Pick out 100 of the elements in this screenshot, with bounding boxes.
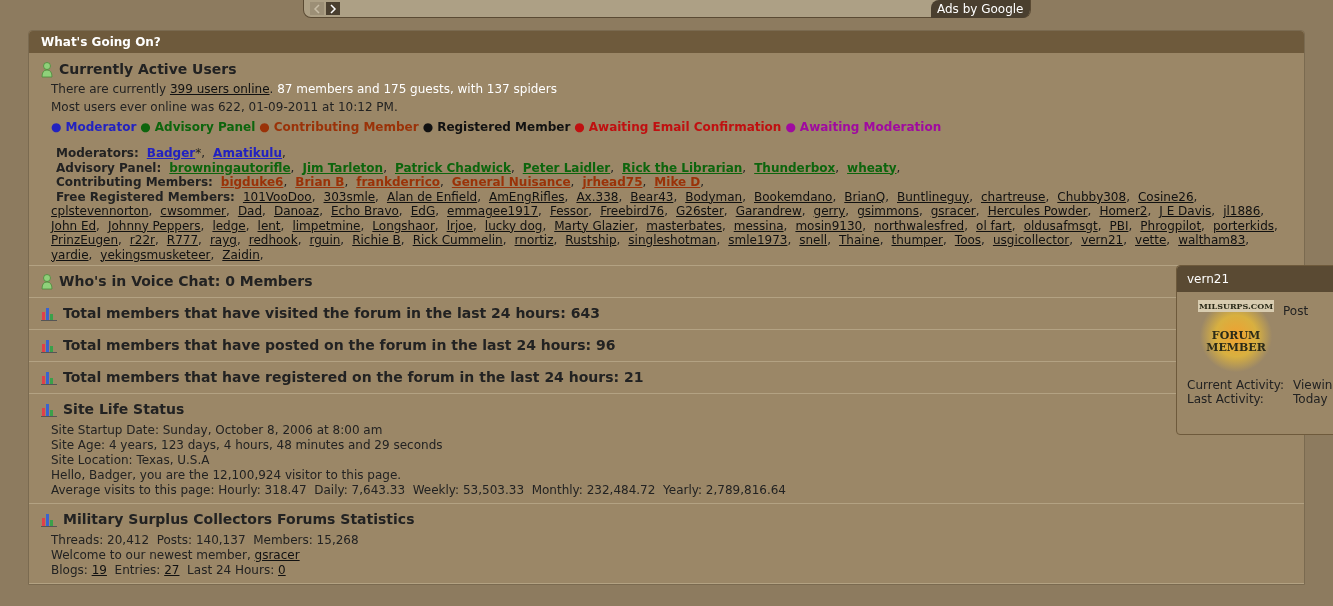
text: Site Startup Date: Sunday, October 8, 2006 at 8:00 am — [51, 423, 383, 438]
member-link[interactable]: R777 — [166, 233, 199, 247]
text-link[interactable]: 0 — [278, 563, 286, 578]
member-link[interactable]: northwalesfred — [874, 218, 965, 233]
member-link[interactable]: Longshaor — [372, 218, 435, 233]
separator-text: , — [398, 204, 403, 218]
text: There are currently — [51, 82, 168, 97]
bar-chart-icon — [41, 338, 57, 353]
separator-text: , — [542, 218, 547, 233]
member-link[interactable]: Hercules Powder — [987, 204, 1088, 218]
member-link[interactable]: Buntlineguy — [897, 189, 970, 204]
member-link[interactable]: lent — [257, 218, 281, 233]
separator-text: , — [673, 189, 678, 204]
separator-text: , — [1147, 204, 1152, 218]
member-link[interactable]: gsimmons — [857, 204, 919, 218]
member-link[interactable]: snell — [799, 233, 828, 247]
member-link[interactable]: thumper — [891, 233, 943, 247]
separator-text: , — [742, 189, 746, 204]
member-link[interactable]: yekingsmusketeer — [100, 247, 211, 262]
separator-text: , — [981, 233, 985, 247]
text-link[interactable]: gsracer — [254, 548, 300, 563]
section-title: Site Life Status — [63, 400, 185, 419]
text: Hello, Badger, you are the 12,100,924 visitor to this page. — [51, 468, 402, 483]
separator-text: , — [510, 160, 515, 175]
separator-text: , — [618, 189, 623, 204]
bar-chart-icon — [41, 370, 57, 385]
member-link[interactable]: porterkids — [1212, 218, 1274, 233]
separator-text: , — [975, 204, 980, 218]
member-link[interactable]: Rustship — [565, 233, 617, 247]
member-link[interactable]: Dad — [237, 204, 263, 218]
member-link[interactable]: gerry — [813, 204, 846, 218]
member-link[interactable]: r22r — [129, 233, 155, 247]
member-link[interactable]: Echo Bravo — [330, 204, 399, 218]
member-link[interactable]: vern21 — [1081, 233, 1124, 247]
member-link[interactable]: ol fart — [976, 218, 1012, 233]
separator-text: , — [434, 218, 439, 233]
member-link[interactable]: Fessor — [549, 204, 589, 218]
separator-text: , — [1069, 233, 1074, 247]
ads-label[interactable]: Ads by Google — [930, 0, 1030, 18]
separator-text: , — [297, 233, 302, 247]
member-link[interactable]: Marty Glazier — [554, 218, 635, 233]
member-link[interactable]: lrjoe — [446, 218, 473, 233]
member-link[interactable]: messina — [733, 218, 784, 233]
separator-text: , — [88, 247, 93, 262]
member-link[interactable]: Garandrew — [735, 204, 802, 218]
separator-text: , — [879, 233, 884, 247]
member-link[interactable]: Alan de Enfield — [386, 189, 478, 204]
member-link[interactable]: 101VooDoo — [242, 189, 312, 204]
member-link[interactable]: Richie B — [352, 233, 401, 247]
legend-bullet: ● — [422, 119, 434, 136]
separator-text: , — [344, 175, 349, 189]
member-link[interactable]: cwsommer — [160, 204, 227, 218]
member-link[interactable]: Johnny Peppers — [107, 218, 201, 233]
member-link[interactable]: emmagee1917 — [447, 204, 539, 218]
legend-label: Contributing Member — [273, 119, 419, 136]
group-label: Moderators: — [55, 146, 139, 161]
member-link[interactable]: PrinzEugen — [51, 233, 118, 247]
member-link[interactable]: Bodyman — [685, 189, 743, 204]
separator-text: , — [282, 146, 286, 160]
member-link[interactable]: gsracer — [930, 204, 976, 218]
member-link[interactable]: yardie — [51, 247, 89, 262]
separator-text: , — [610, 160, 615, 175]
separator-text: , — [1087, 204, 1092, 218]
member-link[interactable]: G26ster — [676, 204, 724, 218]
member-link[interactable]: masterbates — [646, 218, 722, 233]
member-link[interactable]: rnortiz — [514, 233, 554, 247]
member-link[interactable]: usgicollector — [992, 233, 1070, 247]
separator-text: , — [154, 233, 159, 247]
member-link[interactable]: John Ed — [51, 218, 97, 233]
member-link[interactable]: cplstevennorton — [51, 204, 149, 218]
separator-text: , — [473, 218, 477, 233]
text-link[interactable]: 19 — [91, 563, 107, 578]
member-link[interactable]: Rick Cummelin — [412, 233, 503, 247]
separator-text: , — [835, 160, 840, 175]
member-link[interactable]: Thaine — [839, 233, 880, 247]
separator-text: , — [210, 247, 215, 262]
separator-text: , — [283, 175, 288, 189]
member-link[interactable]: rayg — [209, 233, 237, 247]
section-title: Total members that have visited the forum in the last 24 hours: 643 — [63, 304, 600, 323]
text: Site Age: 4 years, 123 days, 4 hours, 48 minutes and 29 seconds — [51, 438, 443, 453]
separator-text: , — [832, 189, 837, 204]
member-link[interactable]: Zaidin — [222, 247, 260, 262]
member-link[interactable]: AmEngRifles — [488, 189, 565, 204]
separator-text: , — [226, 204, 230, 218]
separator-text: , — [259, 247, 264, 262]
text-link[interactable]: 399 users online — [169, 82, 270, 97]
member-link[interactable]: oldusafmsgt — [1023, 218, 1098, 233]
legend-label: Advisory Panel — [154, 119, 256, 136]
member-link[interactable]: Badger — [146, 146, 196, 160]
member-link[interactable]: ledge — [212, 218, 246, 233]
section-title: Currently Active Users — [59, 60, 237, 79]
separator-text: , — [262, 204, 266, 218]
member-link[interactable]: Amatikulu — [213, 146, 282, 160]
bar-chart-icon — [41, 306, 57, 321]
separator-text: , — [538, 204, 542, 218]
separator-text: , — [742, 160, 747, 175]
separator-text: , — [400, 233, 405, 247]
member-link[interactable]: Cosine26 — [1138, 189, 1194, 204]
text-link[interactable]: 27 — [164, 563, 180, 578]
member-link[interactable]: redhook — [248, 233, 298, 247]
